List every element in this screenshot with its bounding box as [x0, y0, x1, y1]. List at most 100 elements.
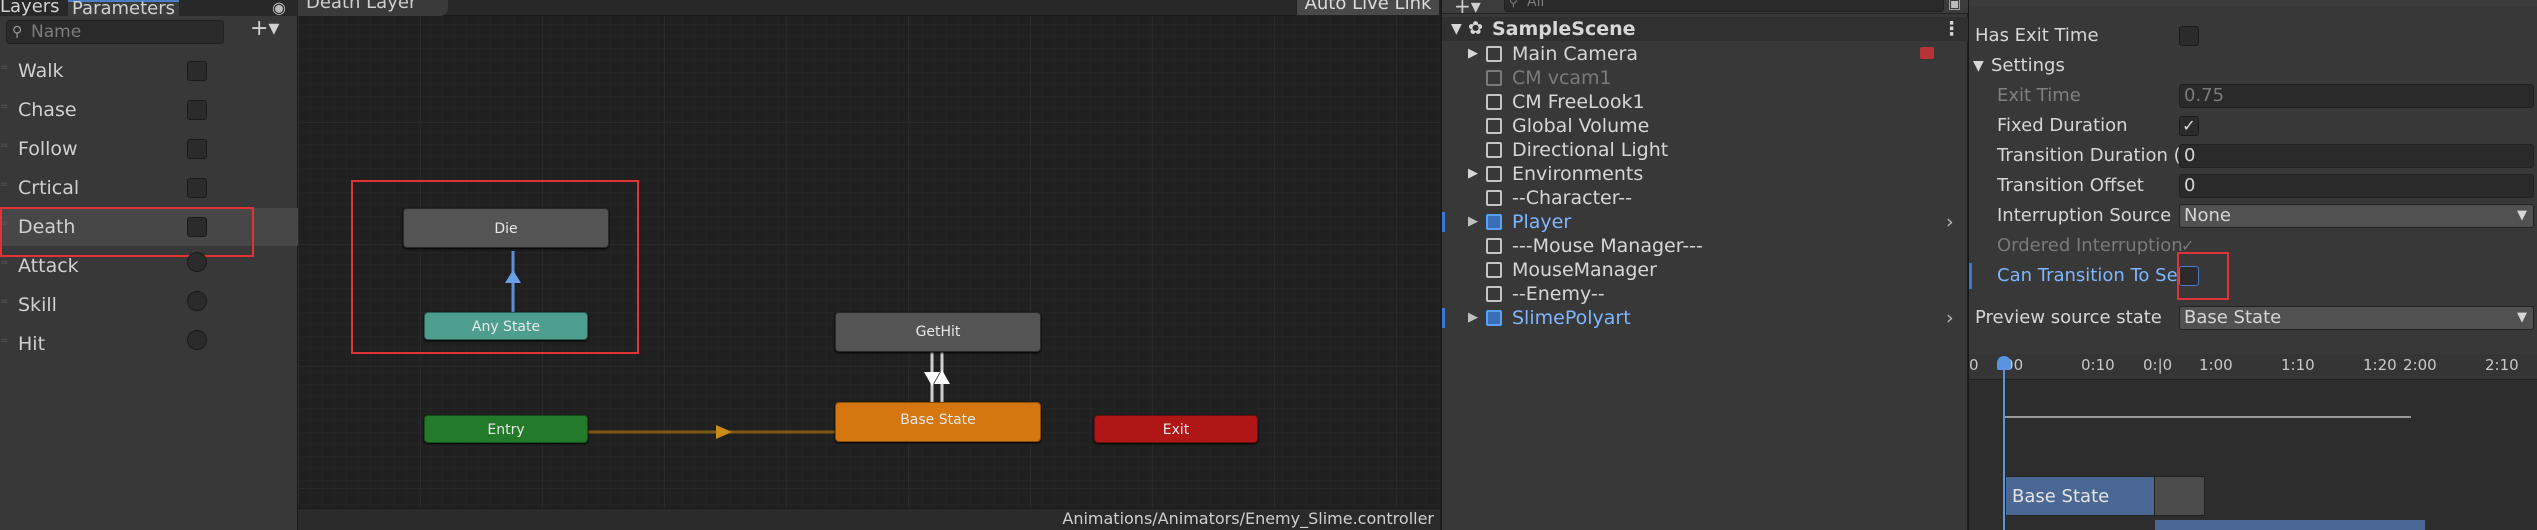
- has-exit-time-checkbox[interactable]: [2179, 26, 2199, 46]
- add-parameter-button[interactable]: +▾: [250, 16, 279, 41]
- dropdown-value: None: [2184, 205, 2231, 226]
- drag-handle-icon[interactable]: =: [0, 141, 10, 156]
- settings-foldout[interactable]: ▼ Settings: [1969, 51, 2537, 81]
- state-node-gethit[interactable]: GetHit: [835, 312, 1041, 352]
- animator-graph[interactable]: Death Layer Auto Live Link Die Any State…: [298, 0, 1440, 530]
- foldout-arrow-icon[interactable]: ▼: [1973, 51, 1984, 81]
- hierarchy-item-slimepolyart[interactable]: ▶ SlimePolyart ›: [1442, 306, 1968, 330]
- gameobject-cube-icon: [1486, 118, 1502, 134]
- preview-source-dropdown[interactable]: Base State ▼: [2179, 306, 2534, 330]
- camera-gizmo-icon: [1920, 47, 1934, 59]
- transition-timeline[interactable]: 0 :00 0:10 0:|0 1:00 1:10 1:20 2:00 2:10…: [1969, 354, 2537, 530]
- hierarchy-item-enemy-separator[interactable]: --Enemy--: [1442, 282, 1968, 306]
- unity-scene-icon: ✿: [1468, 18, 1484, 39]
- chevron-right-icon[interactable]: ›: [1946, 306, 1954, 330]
- expand-arrow-icon[interactable]: ▶: [1468, 210, 1478, 234]
- bool-checkbox[interactable]: [187, 61, 207, 81]
- can-transition-label: Can Transition To Se: [1997, 265, 2178, 286]
- parameter-name: Attack: [18, 255, 79, 277]
- transition-duration-field[interactable]: 0: [2179, 144, 2534, 168]
- eye-icon[interactable]: ◉: [272, 0, 286, 17]
- hierarchy-item-player[interactable]: ▶ Player ›: [1442, 210, 1968, 234]
- destination-state-bar[interactable]: [2155, 520, 2425, 530]
- timeline-ruler: [1969, 354, 2537, 380]
- preview-source-row: Preview source state Base State ▼: [1969, 303, 2537, 333]
- hierarchy-panel: +▾ ⚲ All ▣ ▼ ✿ SampleScene ⋮ ▶ Main Camer…: [1441, 0, 1968, 530]
- gameobject-cube-icon: [1486, 262, 1502, 278]
- expand-arrow-icon[interactable]: ▶: [1468, 306, 1478, 330]
- item-label: SlimePolyart: [1512, 307, 1631, 329]
- parameter-row-hit[interactable]: = Hit: [0, 325, 298, 363]
- gameobject-cube-icon: [1486, 286, 1502, 302]
- search-icon: ⚲: [12, 24, 23, 40]
- create-button[interactable]: +▾: [1454, 0, 1481, 18]
- trigger-radio[interactable]: [187, 330, 207, 350]
- state-node-any-state[interactable]: Any State: [424, 312, 588, 340]
- state-node-die[interactable]: Die: [403, 208, 609, 248]
- exit-time-field[interactable]: 0.75: [2179, 84, 2534, 108]
- bool-checkbox[interactable]: [187, 100, 207, 120]
- expand-arrow-icon[interactable]: ▶: [1468, 42, 1478, 66]
- hierarchy-item-main-camera[interactable]: ▶ Main Camera: [1442, 42, 1968, 66]
- trigger-radio[interactable]: [187, 252, 207, 272]
- item-label: ---Mouse Manager---: [1512, 235, 1703, 257]
- has-exit-time-row: Has Exit Time: [1969, 21, 2537, 51]
- interruption-source-dropdown[interactable]: None ▼: [2179, 204, 2534, 228]
- parameter-row-skill[interactable]: = Skill: [0, 286, 298, 324]
- transition-offset-field[interactable]: 0: [2179, 174, 2534, 198]
- transition-duration-label: Transition Duration (: [1997, 145, 2181, 166]
- drag-handle-icon[interactable]: =: [0, 180, 10, 195]
- parameter-row-crtical[interactable]: = Crtical: [0, 169, 298, 207]
- state-node-entry[interactable]: Entry: [424, 415, 588, 443]
- item-label: Directional Light: [1512, 139, 1669, 161]
- drag-handle-icon[interactable]: =: [0, 102, 10, 117]
- prefab-override-bar: [1442, 308, 1445, 328]
- parameters-panel: Layers Parameters ◉ ⚲ Name +▾ = Walk = Cha…: [0, 0, 298, 530]
- gameobject-cube-icon: [1486, 190, 1502, 206]
- item-label: Global Volume: [1512, 115, 1650, 137]
- tab-layers[interactable]: Layers: [0, 0, 64, 16]
- state-node-base-state[interactable]: Base State: [835, 402, 1041, 442]
- lock-icon[interactable]: ▣: [1948, 0, 1961, 12]
- hierarchy-search-input[interactable]: ⚲ All: [1504, 0, 1944, 12]
- base-state-clip[interactable]: Base State: [2005, 476, 2155, 516]
- drag-handle-icon[interactable]: =: [0, 336, 10, 351]
- item-label: CM FreeLook1: [1512, 91, 1645, 113]
- more-options-icon[interactable]: ⋮: [1942, 17, 1961, 41]
- hierarchy-item-mousemanager[interactable]: MouseManager: [1442, 258, 1968, 282]
- parameter-row-chase[interactable]: = Chase: [0, 91, 298, 129]
- hierarchy-item-environments[interactable]: ▶ Environments: [1442, 162, 1968, 186]
- expand-arrow-icon[interactable]: ▼: [1451, 17, 1462, 41]
- chevron-right-icon[interactable]: ›: [1946, 210, 1954, 234]
- state-node-exit[interactable]: Exit: [1094, 415, 1258, 443]
- bool-checkbox[interactable]: [187, 178, 207, 198]
- drag-handle-icon[interactable]: =: [0, 258, 10, 273]
- parameter-search-input[interactable]: ⚲ Name: [6, 20, 224, 44]
- hierarchy-item-cm-freelook1[interactable]: CM FreeLook1: [1442, 90, 1968, 114]
- tab-parameters[interactable]: Parameters: [68, 0, 180, 18]
- drag-handle-icon[interactable]: =: [0, 63, 10, 78]
- timeline-tick: 0:|0: [2143, 356, 2173, 374]
- fixed-duration-checkbox[interactable]: ✓: [2179, 116, 2199, 136]
- timeline-tick: 1:10: [2281, 356, 2315, 374]
- hierarchy-item-mouse-manager-separator[interactable]: ---Mouse Manager---: [1442, 234, 1968, 258]
- hierarchy-item-cm-vcam1[interactable]: CM vcam1: [1442, 66, 1968, 90]
- hierarchy-item-directional-light[interactable]: Directional Light: [1442, 138, 1968, 162]
- hierarchy-item-character-separator[interactable]: --Character--: [1442, 186, 1968, 210]
- expand-arrow-icon[interactable]: ▶: [1468, 162, 1478, 186]
- parameter-name: Follow: [18, 138, 78, 160]
- hierarchy-item-global-volume[interactable]: Global Volume: [1442, 114, 1968, 138]
- trigger-radio[interactable]: [187, 291, 207, 311]
- parameter-row-attack[interactable]: = Attack: [0, 247, 298, 285]
- parameter-name: Hit: [18, 333, 46, 355]
- parameter-row-walk[interactable]: = Walk: [0, 52, 298, 90]
- bool-checkbox[interactable]: [187, 139, 207, 159]
- inspector-panel: Has Exit Time ▼ Settings Exit Time 0.75 …: [1968, 0, 2537, 530]
- prefab-cube-icon: [1486, 310, 1502, 326]
- drag-handle-icon[interactable]: =: [0, 297, 10, 312]
- scene-row[interactable]: ▼ ✿ SampleScene ⋮: [1442, 17, 1968, 41]
- gameobject-cube-icon: [1486, 70, 1502, 86]
- item-label: Main Camera: [1512, 43, 1638, 65]
- parameter-row-follow[interactable]: = Follow: [0, 130, 298, 168]
- item-label: --Character--: [1512, 187, 1633, 209]
